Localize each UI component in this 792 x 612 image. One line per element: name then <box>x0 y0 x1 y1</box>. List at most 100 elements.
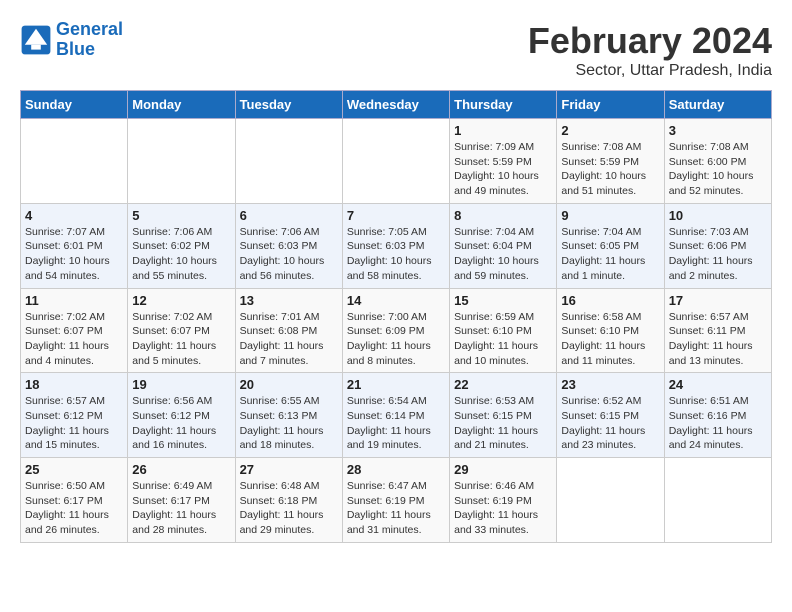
logo: General Blue <box>20 20 123 60</box>
day-number: 15 <box>454 293 552 308</box>
calendar-cell: 22 Sunrise: 6:53 AM Sunset: 6:15 PM Dayli… <box>450 373 557 458</box>
day-header-thursday: Thursday <box>450 91 557 119</box>
day-detail: Sunrise: 7:08 AM Sunset: 5:59 PM Dayligh… <box>561 140 659 199</box>
calendar-cell: 17 Sunrise: 6:57 AM Sunset: 6:11 PM Dayli… <box>664 288 771 373</box>
day-detail: Sunrise: 6:59 AM Sunset: 6:10 PM Dayligh… <box>454 310 552 369</box>
day-number: 26 <box>132 462 230 477</box>
calendar-cell: 10 Sunrise: 7:03 AM Sunset: 6:06 PM Dayli… <box>664 203 771 288</box>
day-number: 14 <box>347 293 445 308</box>
day-number: 21 <box>347 377 445 392</box>
day-detail: Sunrise: 7:02 AM Sunset: 6:07 PM Dayligh… <box>25 310 123 369</box>
day-detail: Sunrise: 6:56 AM Sunset: 6:12 PM Dayligh… <box>132 394 230 453</box>
calendar-header-row: SundayMondayTuesdayWednesdayThursdayFrid… <box>21 91 772 119</box>
calendar-cell: 13 Sunrise: 7:01 AM Sunset: 6:08 PM Dayli… <box>235 288 342 373</box>
day-detail: Sunrise: 7:06 AM Sunset: 6:02 PM Dayligh… <box>132 225 230 284</box>
day-detail: Sunrise: 7:04 AM Sunset: 6:05 PM Dayligh… <box>561 225 659 284</box>
calendar-cell: 12 Sunrise: 7:02 AM Sunset: 6:07 PM Dayli… <box>128 288 235 373</box>
calendar-cell: 24 Sunrise: 6:51 AM Sunset: 6:16 PM Dayli… <box>664 373 771 458</box>
calendar-cell: 18 Sunrise: 6:57 AM Sunset: 6:12 PM Dayli… <box>21 373 128 458</box>
subtitle: Sector, Uttar Pradesh, India <box>528 62 772 80</box>
day-detail: Sunrise: 6:50 AM Sunset: 6:17 PM Dayligh… <box>25 479 123 538</box>
calendar-cell: 29Sunrise: 6:46 AM Sunset: 6:19 PM Dayli… <box>450 458 557 543</box>
day-number: 4 <box>25 208 123 223</box>
week-row-1: 4 Sunrise: 7:07 AM Sunset: 6:01 PM Daylig… <box>21 203 772 288</box>
week-row-4: 25Sunrise: 6:50 AM Sunset: 6:17 PM Dayli… <box>21 458 772 543</box>
day-detail: Sunrise: 6:53 AM Sunset: 6:15 PM Dayligh… <box>454 394 552 453</box>
calendar-table: SundayMondayTuesdayWednesdayThursdayFrid… <box>20 90 772 543</box>
day-header-saturday: Saturday <box>664 91 771 119</box>
calendar-cell: 23 Sunrise: 6:52 AM Sunset: 6:15 PM Dayli… <box>557 373 664 458</box>
day-header-friday: Friday <box>557 91 664 119</box>
day-number: 18 <box>25 377 123 392</box>
day-number: 22 <box>454 377 552 392</box>
calendar-cell <box>128 119 235 204</box>
day-detail: Sunrise: 7:02 AM Sunset: 6:07 PM Dayligh… <box>132 310 230 369</box>
day-detail: Sunrise: 6:57 AM Sunset: 6:11 PM Dayligh… <box>669 310 767 369</box>
calendar-cell: 6Sunrise: 7:06 AM Sunset: 6:03 PM Daylig… <box>235 203 342 288</box>
day-detail: Sunrise: 6:55 AM Sunset: 6:13 PM Dayligh… <box>240 394 338 453</box>
day-number: 10 <box>669 208 767 223</box>
calendar-cell: 7 Sunrise: 7:05 AM Sunset: 6:03 PM Daylig… <box>342 203 449 288</box>
day-header-wednesday: Wednesday <box>342 91 449 119</box>
calendar-cell: 5 Sunrise: 7:06 AM Sunset: 6:02 PM Daylig… <box>128 203 235 288</box>
header: General Blue February 2024 Sector, Uttar… <box>20 20 772 80</box>
day-number: 8 <box>454 208 552 223</box>
calendar-cell: 3Sunrise: 7:08 AM Sunset: 6:00 PM Daylig… <box>664 119 771 204</box>
calendar-cell <box>235 119 342 204</box>
calendar-cell: 26 Sunrise: 6:49 AM Sunset: 6:17 PM Dayli… <box>128 458 235 543</box>
calendar-cell: 2 Sunrise: 7:08 AM Sunset: 5:59 PM Daylig… <box>557 119 664 204</box>
logo-line1: General <box>56 19 123 39</box>
day-header-monday: Monday <box>128 91 235 119</box>
day-number: 2 <box>561 123 659 138</box>
calendar-cell: 4 Sunrise: 7:07 AM Sunset: 6:01 PM Daylig… <box>21 203 128 288</box>
month-title: February 2024 <box>528 20 772 62</box>
day-number: 12 <box>132 293 230 308</box>
title-area: February 2024 Sector, Uttar Pradesh, Ind… <box>528 20 772 80</box>
calendar-cell: 15 Sunrise: 6:59 AM Sunset: 6:10 PM Dayli… <box>450 288 557 373</box>
day-detail: Sunrise: 7:06 AM Sunset: 6:03 PM Dayligh… <box>240 225 338 284</box>
day-detail: Sunrise: 6:48 AM Sunset: 6:18 PM Dayligh… <box>240 479 338 538</box>
logo-text: General Blue <box>56 20 123 60</box>
day-detail: Sunrise: 7:00 AM Sunset: 6:09 PM Dayligh… <box>347 310 445 369</box>
day-number: 17 <box>669 293 767 308</box>
day-detail: Sunrise: 6:46 AM Sunset: 6:19 PM Dayligh… <box>454 479 552 538</box>
calendar-cell: 19 Sunrise: 6:56 AM Sunset: 6:12 PM Dayli… <box>128 373 235 458</box>
day-detail: Sunrise: 6:57 AM Sunset: 6:12 PM Dayligh… <box>25 394 123 453</box>
calendar-cell: 11Sunrise: 7:02 AM Sunset: 6:07 PM Dayli… <box>21 288 128 373</box>
logo-line2: Blue <box>56 39 95 59</box>
day-number: 27 <box>240 462 338 477</box>
logo-icon <box>20 24 52 56</box>
week-row-3: 18 Sunrise: 6:57 AM Sunset: 6:12 PM Dayli… <box>21 373 772 458</box>
day-number: 24 <box>669 377 767 392</box>
calendar-cell: 8Sunrise: 7:04 AM Sunset: 6:04 PM Daylig… <box>450 203 557 288</box>
day-detail: Sunrise: 7:01 AM Sunset: 6:08 PM Dayligh… <box>240 310 338 369</box>
day-detail: Sunrise: 7:09 AM Sunset: 5:59 PM Dayligh… <box>454 140 552 199</box>
calendar-cell: 9 Sunrise: 7:04 AM Sunset: 6:05 PM Daylig… <box>557 203 664 288</box>
day-number: 23 <box>561 377 659 392</box>
day-number: 1 <box>454 123 552 138</box>
day-detail: Sunrise: 6:47 AM Sunset: 6:19 PM Dayligh… <box>347 479 445 538</box>
calendar-cell: 14 Sunrise: 7:00 AM Sunset: 6:09 PM Dayli… <box>342 288 449 373</box>
day-detail: Sunrise: 7:05 AM Sunset: 6:03 PM Dayligh… <box>347 225 445 284</box>
day-detail: Sunrise: 6:49 AM Sunset: 6:17 PM Dayligh… <box>132 479 230 538</box>
day-number: 7 <box>347 208 445 223</box>
calendar-cell: 16 Sunrise: 6:58 AM Sunset: 6:10 PM Dayli… <box>557 288 664 373</box>
day-header-tuesday: Tuesday <box>235 91 342 119</box>
day-number: 19 <box>132 377 230 392</box>
day-detail: Sunrise: 6:58 AM Sunset: 6:10 PM Dayligh… <box>561 310 659 369</box>
day-detail: Sunrise: 7:07 AM Sunset: 6:01 PM Dayligh… <box>25 225 123 284</box>
day-number: 28 <box>347 462 445 477</box>
day-detail: Sunrise: 6:51 AM Sunset: 6:16 PM Dayligh… <box>669 394 767 453</box>
day-number: 3 <box>669 123 767 138</box>
calendar-cell: 1 Sunrise: 7:09 AM Sunset: 5:59 PM Daylig… <box>450 119 557 204</box>
day-number: 20 <box>240 377 338 392</box>
day-detail: Sunrise: 7:03 AM Sunset: 6:06 PM Dayligh… <box>669 225 767 284</box>
day-detail: Sunrise: 6:52 AM Sunset: 6:15 PM Dayligh… <box>561 394 659 453</box>
calendar-cell <box>664 458 771 543</box>
day-number: 9 <box>561 208 659 223</box>
calendar-cell <box>557 458 664 543</box>
day-number: 16 <box>561 293 659 308</box>
day-number: 13 <box>240 293 338 308</box>
day-number: 5 <box>132 208 230 223</box>
week-row-0: 1 Sunrise: 7:09 AM Sunset: 5:59 PM Daylig… <box>21 119 772 204</box>
